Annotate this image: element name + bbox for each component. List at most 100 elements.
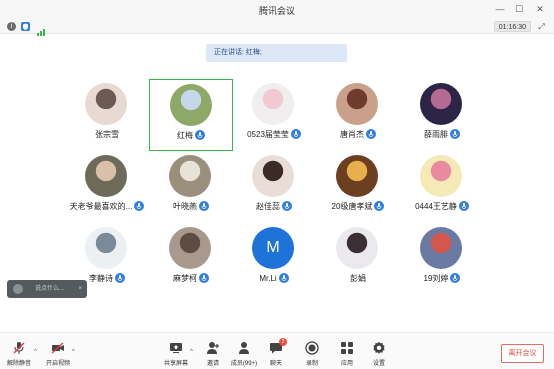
participant-name-row: 叶晓燕 xyxy=(149,200,233,213)
maximize-icon[interactable]: ☐ xyxy=(513,3,525,15)
participant-name-row: 赵佳蕊 xyxy=(232,200,316,213)
chat-badge: 2 xyxy=(279,338,287,346)
participant-name: 19刘婷 xyxy=(423,274,449,283)
avatar xyxy=(336,83,378,125)
avatar xyxy=(420,227,462,269)
leave-meeting-button[interactable]: 离开会议 xyxy=(501,344,544,363)
shield-icon[interactable] xyxy=(21,22,30,31)
mic-icon xyxy=(450,272,461,283)
share-screen-button[interactable]: 共享屏幕 xyxy=(161,341,191,367)
participant-name: 0523届莹莹 xyxy=(247,130,289,139)
participant-name: 彭娟 xyxy=(350,274,366,283)
participant-tile[interactable]: 彭娟 xyxy=(316,223,400,295)
participant-name-row: 19刘婷 xyxy=(400,272,484,285)
participant-tile[interactable]: 20级唐孝斌 xyxy=(316,151,400,223)
mic-icon xyxy=(199,200,209,211)
info-icon[interactable]: i xyxy=(7,22,16,31)
video-off-icon xyxy=(51,341,65,355)
minimize-icon[interactable]: — xyxy=(494,3,506,15)
apps-button[interactable]: 应用 xyxy=(332,341,362,367)
mic-icon xyxy=(290,128,301,139)
participant-tile[interactable]: 薛雨腓 xyxy=(400,79,484,151)
avatar xyxy=(420,155,462,197)
participant-name: 麻梦柯 xyxy=(173,274,197,283)
participant-tile[interactable]: 麻梦柯 xyxy=(149,223,233,295)
mic-icon xyxy=(374,200,385,211)
avatar xyxy=(336,227,378,269)
participant-tile[interactable]: 天老爷最喜欢的... xyxy=(65,151,149,223)
avatar xyxy=(336,155,378,197)
participant-name: 薛雨腓 xyxy=(424,130,448,139)
chat-button[interactable]: 2 聊天 xyxy=(261,338,291,367)
participant-tile[interactable]: 19刘婷 xyxy=(400,223,484,295)
avatar xyxy=(85,227,127,269)
mic-icon xyxy=(282,200,292,211)
participant-name: 张宗雪 xyxy=(95,130,119,139)
mic-icon xyxy=(115,272,125,283)
participant-tile[interactable]: 张宗雪 xyxy=(65,79,149,151)
status-bar: i 01:16:30 ⤢ xyxy=(0,20,554,36)
fullscreen-icon[interactable]: ⤢ xyxy=(536,21,547,32)
participant-name: 0444王艺静 xyxy=(415,202,457,211)
avatar xyxy=(169,227,211,269)
participant-tile[interactable]: 叶晓燕 xyxy=(149,151,233,223)
start-video-button[interactable]: 开启视频 xyxy=(43,341,73,367)
mic-icon xyxy=(450,128,460,139)
participant-name: 天老爷最喜欢的... xyxy=(69,202,133,211)
invite-icon xyxy=(206,341,220,355)
chat-placeholder: 说点什么... xyxy=(35,286,65,292)
members-icon xyxy=(237,341,251,355)
chat-input-toast[interactable]: 说点什么... × xyxy=(7,280,87,298)
avatar xyxy=(170,84,212,126)
participant-name-row: 天老爷最喜欢的... xyxy=(65,200,149,213)
window-title: 腾讯会议 xyxy=(258,6,295,16)
chevron-up-icon[interactable]: ^ xyxy=(190,349,193,355)
participant-name: 叶晓燕 xyxy=(173,202,197,211)
chat-avatar-icon xyxy=(13,284,23,294)
avatar: M xyxy=(252,227,294,269)
participant-tile[interactable]: 唐肖杰 xyxy=(316,79,400,151)
participant-name: 李静诗 xyxy=(89,274,113,283)
invite-button[interactable]: 邀请 xyxy=(198,341,228,367)
close-icon[interactable]: ✕ xyxy=(534,3,546,15)
chevron-up-icon[interactable]: ^ xyxy=(34,349,37,355)
close-icon[interactable]: × xyxy=(78,280,82,298)
record-icon xyxy=(305,341,319,355)
avatar xyxy=(252,83,294,125)
mic-icon xyxy=(199,272,209,283)
signal-icon[interactable] xyxy=(37,23,47,36)
mic-icon xyxy=(278,272,289,283)
meeting-toolbar: 解除静音 ^ 开启视频 ^ 共享屏幕 ^ 邀请 成员(99+) 2 聊天 录制 … xyxy=(0,332,554,369)
chevron-up-icon[interactable]: ^ xyxy=(72,349,75,355)
members-button[interactable]: 成员(99+) xyxy=(229,341,259,367)
participant-name: Mr.Li xyxy=(259,274,277,283)
avatar xyxy=(420,83,462,125)
participant-name-row: 薛雨腓 xyxy=(400,128,484,141)
participant-tile[interactable]: 红梅 xyxy=(149,79,233,151)
participant-tile[interactable]: M Mr.Li xyxy=(232,223,316,295)
record-button[interactable]: 录制 xyxy=(297,341,327,367)
apps-icon xyxy=(340,341,354,355)
chat-icon: 2 xyxy=(269,338,287,355)
participant-name-row: 20级唐孝斌 xyxy=(316,200,400,213)
participant-tile[interactable]: 0523届莹莹 xyxy=(232,79,316,151)
speaking-banner: 正在讲话: 红梅; xyxy=(206,44,347,62)
mic-icon xyxy=(195,129,205,140)
avatar xyxy=(252,155,294,197)
participant-tile[interactable]: 赵佳蕊 xyxy=(232,151,316,223)
participant-name: 唐肖杰 xyxy=(340,130,364,139)
participant-name-row: 彭娟 xyxy=(316,273,400,285)
title-bar: 腾讯会议 — ☐ ✕ xyxy=(0,0,554,20)
mic-muted-icon xyxy=(12,341,26,355)
meeting-timer: 01:16:30 xyxy=(493,21,531,32)
avatar xyxy=(169,155,211,197)
mic-icon xyxy=(366,128,376,139)
participant-tile[interactable]: 0444王艺静 xyxy=(400,151,484,223)
share-screen-icon xyxy=(169,341,183,355)
participant-name: 20级唐孝斌 xyxy=(331,202,373,211)
participant-name-row: 张宗雪 xyxy=(65,129,149,141)
participant-name-row: 麻梦柯 xyxy=(149,272,233,285)
participant-name: 红梅 xyxy=(177,131,193,140)
settings-button[interactable]: 设置 xyxy=(364,341,394,367)
unmute-button[interactable]: 解除静音 xyxy=(4,341,34,367)
